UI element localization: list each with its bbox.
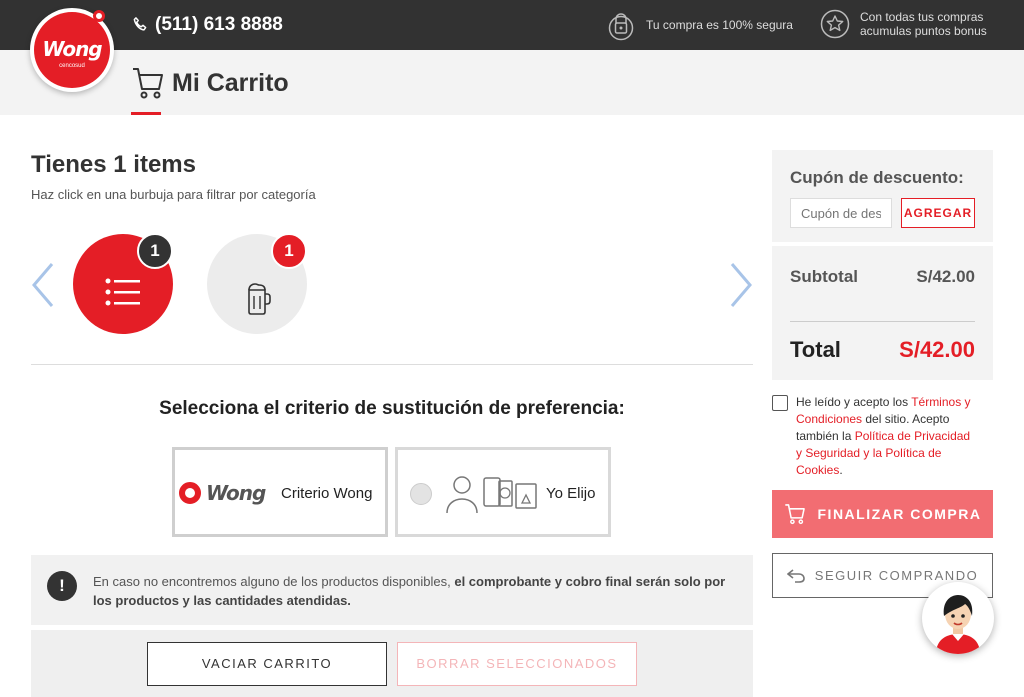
cart-icon xyxy=(784,504,805,525)
lock-icon xyxy=(608,13,634,41)
bubble-count: 1 xyxy=(137,233,173,269)
page-header: Mi Carrito xyxy=(0,50,1024,115)
secure-text: Tu compra es 100% segura xyxy=(646,18,793,32)
bonus-line-1: Con todas tus compras xyxy=(860,10,984,24)
continue-shopping-label: SEGUIR COMPRANDO xyxy=(814,568,979,583)
items-subtitle: Haz click en una burbuja para filtrar po… xyxy=(31,187,316,202)
subtotal-value: S/42.00 xyxy=(916,267,975,286)
bonus-text: Con todas tus compras acumulas puntos bo… xyxy=(860,10,987,38)
terms-text-1: He leído y acepto los xyxy=(796,395,912,409)
terms-checkbox[interactable] xyxy=(772,395,788,411)
empty-cart-button[interactable]: VACIAR CARRITO xyxy=(147,642,387,686)
total-label: Total xyxy=(790,337,841,362)
logo-text: Wong xyxy=(42,37,102,61)
cart-actions-bar xyxy=(31,630,753,697)
summary-separator xyxy=(772,242,993,246)
substitution-option-yo-elijo[interactable]: Yo Elijo xyxy=(395,447,611,537)
logo-sub: cencosud xyxy=(59,63,85,69)
option-label: Criterio Wong xyxy=(281,485,373,502)
assistant-avatar-icon xyxy=(928,588,988,654)
terms-text: He leído y acepto los Términos y Condici… xyxy=(796,394,976,479)
person-products-icon xyxy=(446,476,537,514)
notice-text: En caso no encontremos alguno de los pro… xyxy=(93,572,733,610)
page-title: Mi Carrito xyxy=(132,66,289,100)
phone-number: (511) 613 8888 xyxy=(155,14,283,35)
option-label: Yo Elijo xyxy=(546,485,596,502)
logo-dot xyxy=(93,10,105,22)
finish-purchase-label: FINALIZAR COMPRA xyxy=(817,506,982,522)
page-title-text: Mi Carrito xyxy=(172,68,289,97)
total-value: S/42.00 xyxy=(899,337,975,362)
wong-logo[interactable]: Wong cencosud xyxy=(30,8,114,92)
list-icon xyxy=(105,278,140,306)
carousel-prev-arrow[interactable] xyxy=(30,262,56,308)
coupon-label: Cupón de descuento: xyxy=(790,168,964,187)
delete-selected-button[interactable]: BORRAR SELECCIONADOS xyxy=(397,642,637,686)
substitution-option-wong[interactable]: Wong Criterio Wong xyxy=(172,447,388,537)
finish-purchase-button[interactable]: FINALIZAR COMPRA xyxy=(772,490,993,538)
alert-icon: ! xyxy=(47,571,77,601)
bonus-points-info: Con todas tus compras acumulas puntos bo… xyxy=(820,9,987,39)
notice-text-regular: En caso no encontremos alguno de los pro… xyxy=(93,574,455,589)
bonus-line-2: acumulas puntos bonus xyxy=(860,24,987,38)
add-coupon-button[interactable]: AGREGAR xyxy=(901,198,975,228)
substitution-notice: ! En caso no encontremos alguno de los p… xyxy=(31,555,753,625)
phone-link[interactable]: (511) 613 8888 xyxy=(131,14,283,36)
subtotal-label: Subtotal xyxy=(790,267,858,286)
secure-purchase-info: Tu compra es 100% segura xyxy=(608,9,793,41)
items-count-title: Tienes 1 items xyxy=(31,151,196,178)
coupon-input[interactable] xyxy=(790,198,892,228)
top-bar: (511) 613 8888 Tu compra es 100% segura … xyxy=(0,0,1024,50)
star-icon xyxy=(820,9,850,39)
substitution-title: Selecciona el criterio de sustitución de… xyxy=(159,398,625,419)
category-bubble-all[interactable]: 1 xyxy=(73,233,173,334)
logo-circle: Wong cencosud xyxy=(34,12,110,88)
return-arrow-icon xyxy=(786,568,805,583)
category-bubble-beverages[interactable]: 1 xyxy=(207,233,307,334)
order-summary: Cupón de descuento: AGREGAR Subtotal S/4… xyxy=(772,150,993,380)
beer-mug-icon xyxy=(248,283,271,315)
wong-brand-mark: Wong xyxy=(206,481,266,505)
summary-divider xyxy=(790,321,975,322)
bubble-count: 1 xyxy=(271,233,307,269)
title-underline xyxy=(131,112,161,115)
section-divider xyxy=(31,364,753,365)
carousel-next-arrow[interactable] xyxy=(728,262,754,308)
radio-unselected[interactable] xyxy=(410,483,432,505)
radio-selected[interactable] xyxy=(179,482,201,504)
cart-icon xyxy=(133,68,163,99)
phone-icon xyxy=(133,17,147,31)
terms-text-3: . xyxy=(839,463,843,477)
chat-assistant-avatar[interactable] xyxy=(922,582,994,654)
